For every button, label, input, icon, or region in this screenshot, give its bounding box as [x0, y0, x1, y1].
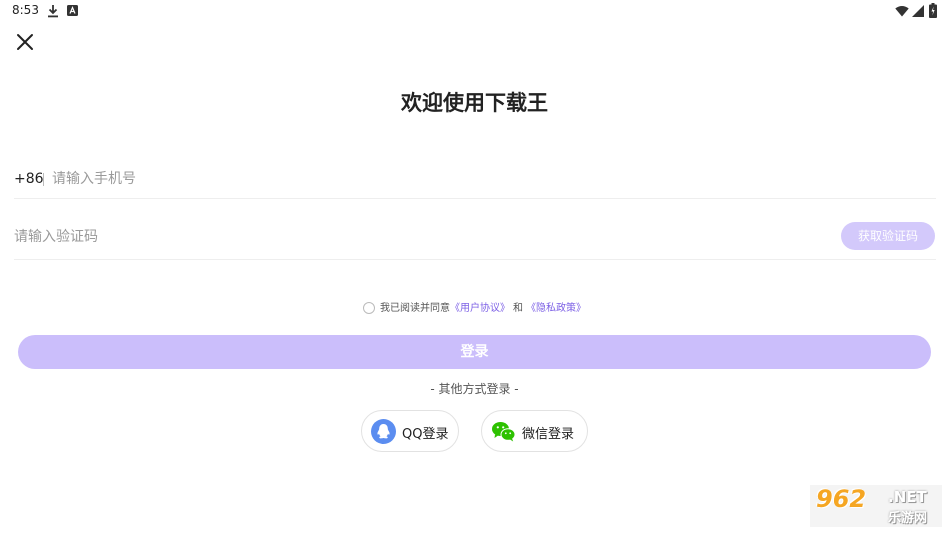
- watermark-site-name: 乐游网: [888, 511, 928, 526]
- phone-row: +86: [14, 160, 936, 199]
- qq-login-button[interactable]: QQ登录: [361, 410, 459, 452]
- phone-input[interactable]: [52, 166, 652, 192]
- page-title: 欢迎使用下载王: [401, 91, 548, 115]
- country-code-divider: [43, 173, 44, 186]
- download-icon: [48, 5, 58, 18]
- agreement-prefix: 我已阅读并同意: [380, 303, 450, 314]
- qq-login-label: QQ登录: [402, 427, 449, 442]
- country-code[interactable]: +86: [14, 171, 44, 187]
- code-row: 获取验证码: [14, 216, 936, 260]
- wechat-login-label: 微信登录: [522, 427, 575, 442]
- watermark-domain: .NET: [888, 488, 927, 506]
- other-login-label: - 其他方式登录 -: [430, 382, 519, 396]
- watermark-number: 962: [816, 485, 867, 513]
- battery-icon: [929, 3, 937, 18]
- status-bar: 8:53: [0, 0, 949, 22]
- verification-code-input[interactable]: [14, 224, 614, 250]
- wechat-login-button[interactable]: 微信登录: [481, 410, 588, 452]
- agreement-conjunction: 和: [513, 303, 523, 314]
- signal-icon: [912, 5, 924, 17]
- app-notification-icon: [67, 5, 78, 16]
- site-watermark: 962 .NET 乐游网: [810, 485, 942, 527]
- close-button[interactable]: [12, 29, 38, 55]
- wechat-icon: [492, 422, 516, 442]
- user-agreement-link[interactable]: 《用户协议》: [450, 303, 510, 314]
- get-code-button[interactable]: 获取验证码: [841, 222, 935, 250]
- status-time: 8:53: [12, 3, 39, 17]
- privacy-policy-link[interactable]: 《隐私政策》: [526, 303, 586, 314]
- agreement: 我已阅读并同意《用户协议》和《隐私政策》: [0, 301, 949, 317]
- agreement-checkbox[interactable]: [363, 302, 375, 314]
- login-button[interactable]: 登录: [18, 335, 931, 369]
- qq-icon: [371, 419, 396, 444]
- wifi-icon: [895, 6, 909, 17]
